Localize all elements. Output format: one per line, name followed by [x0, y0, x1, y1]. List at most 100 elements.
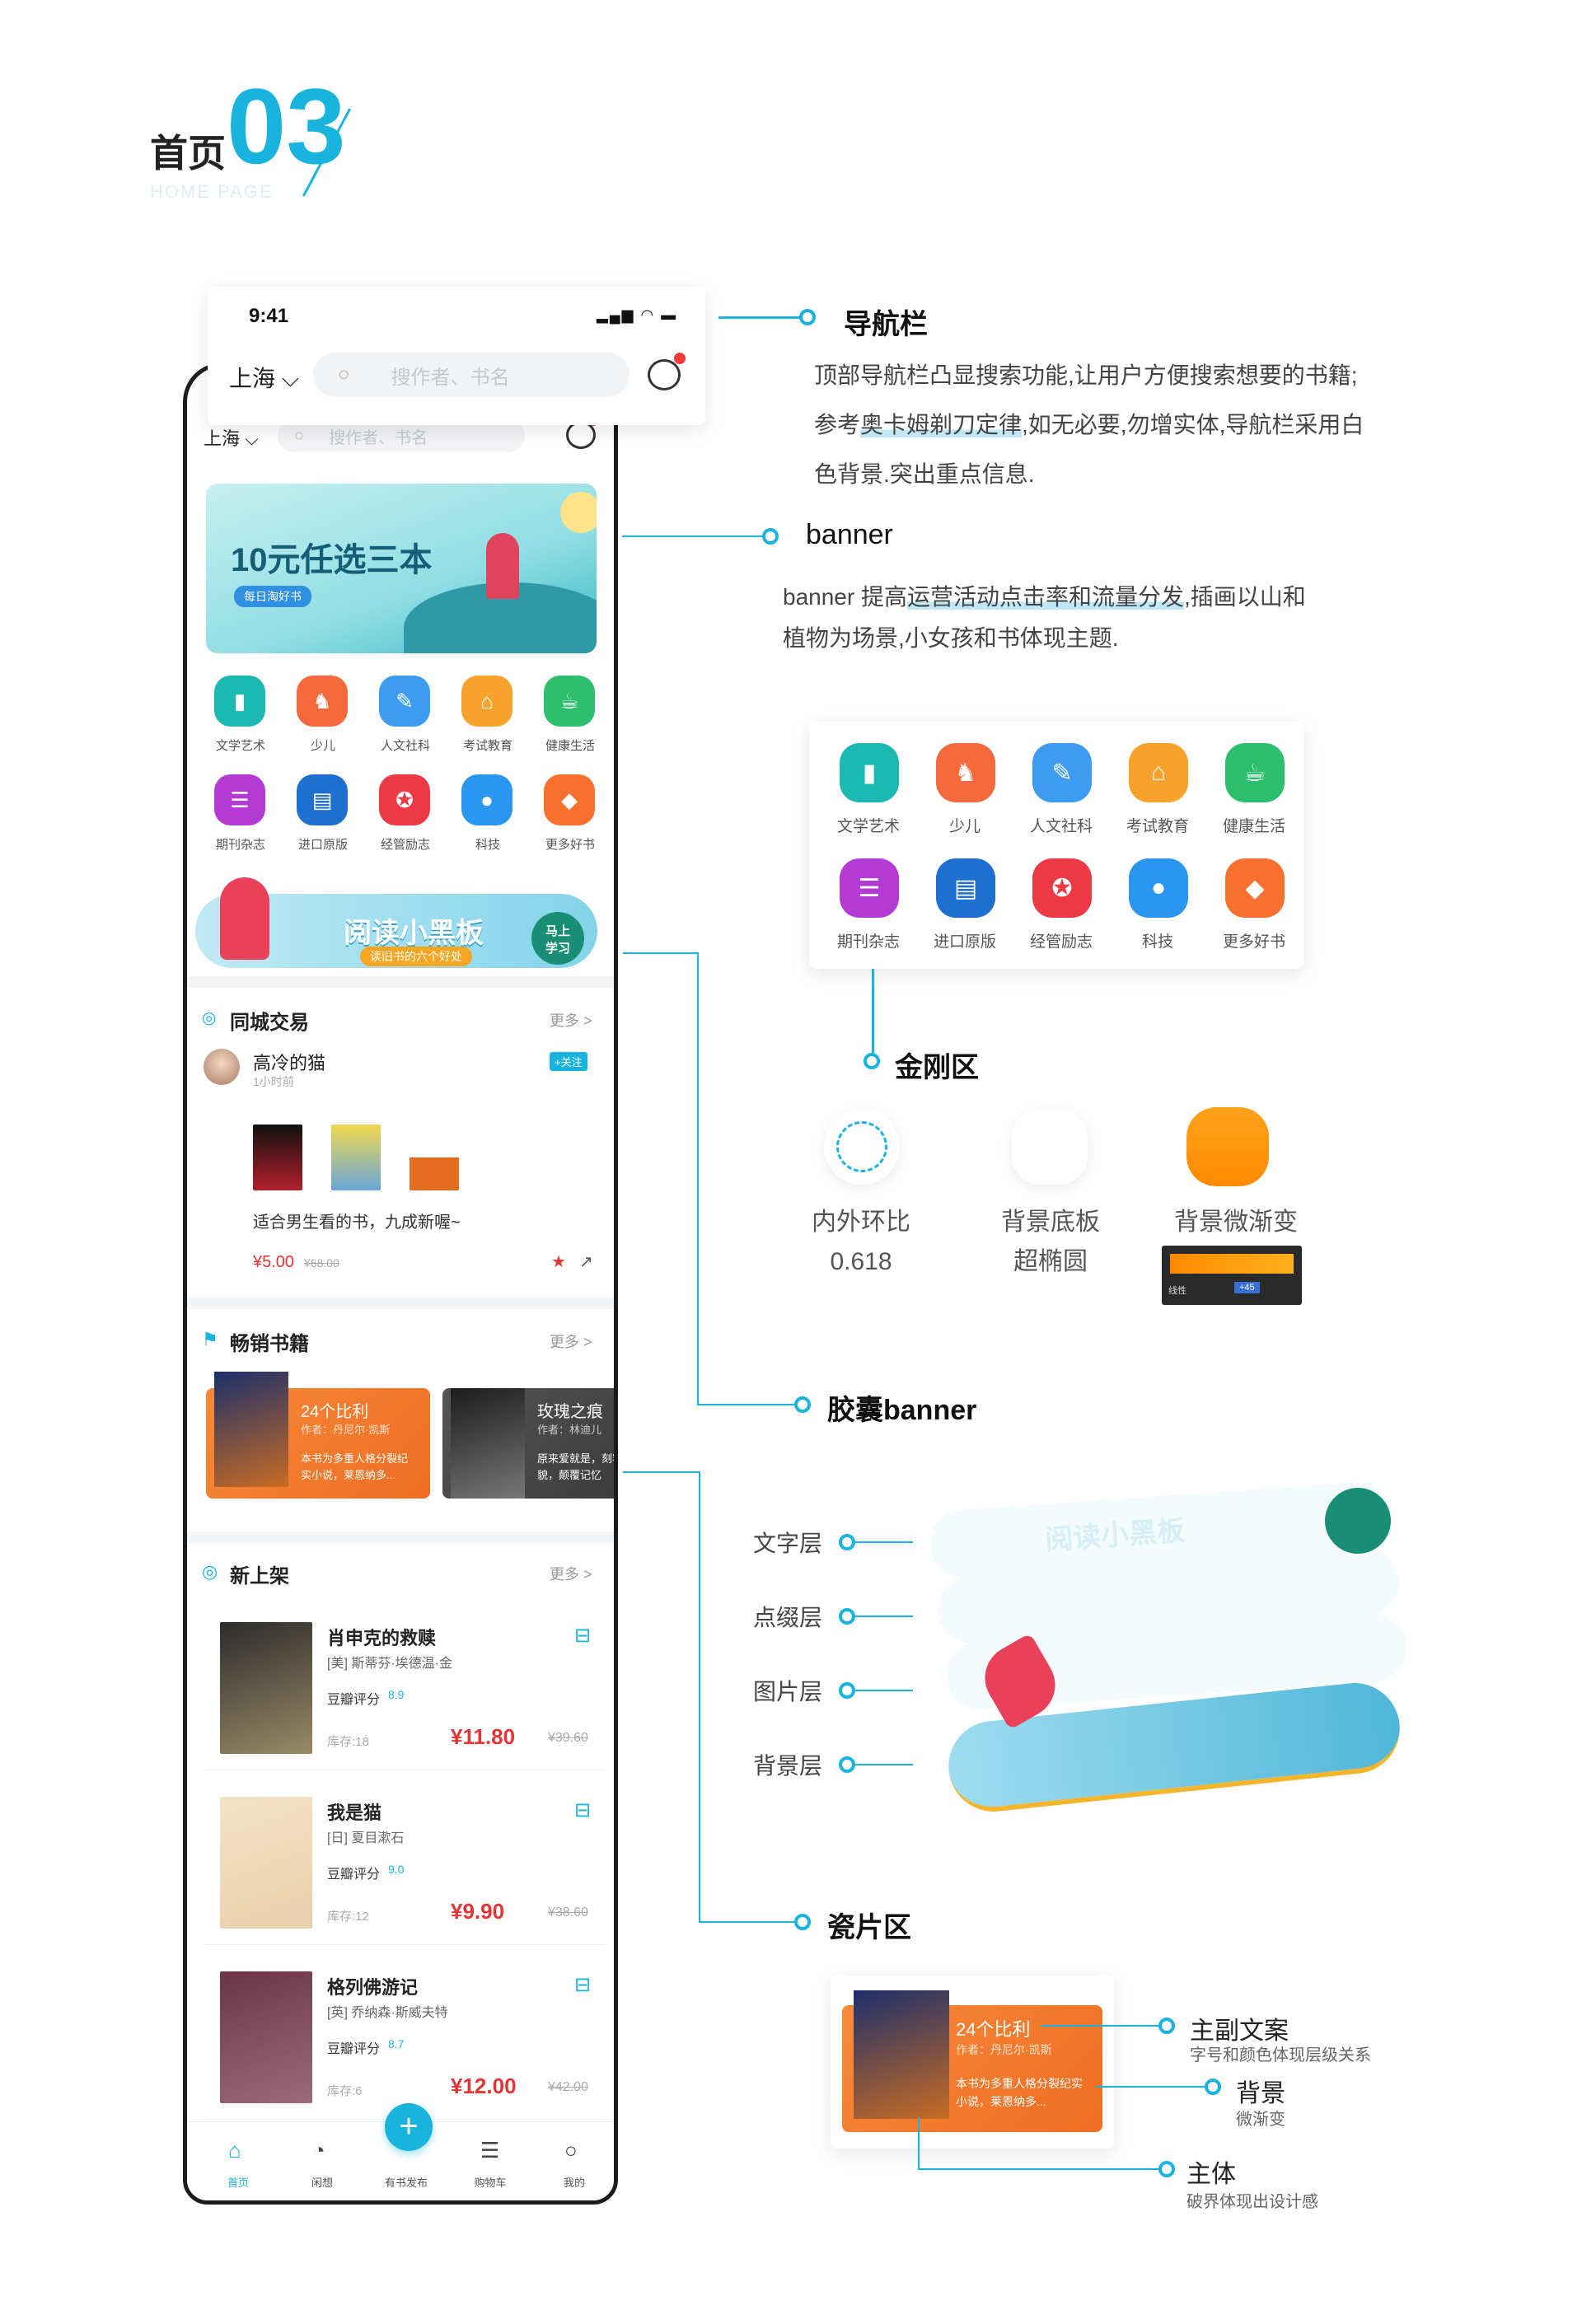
- city-selector[interactable]: 上海 ⌵: [204, 424, 259, 451]
- book-cover[interactable]: [253, 1125, 302, 1190]
- section-divider: [187, 1531, 614, 1543]
- page-title: 首页: [150, 132, 226, 175]
- book-cover[interactable]: [331, 1125, 381, 1190]
- tab-item[interactable]: ◔ 闲想: [281, 2138, 363, 2200]
- bestseller-card[interactable]: 玫瑰之痕 作者：林迪儿 原来爱就是，刻容貌，颠覆记忆: [442, 1388, 618, 1499]
- city-selector[interactable]: 上海 ⌵: [229, 361, 299, 394]
- book-cover: [854, 1990, 949, 2119]
- message-icon[interactable]: [648, 359, 681, 390]
- nav-text-line: 色背景.突出重点信息.: [814, 461, 1035, 487]
- tab-label: 购物车: [474, 2177, 507, 2189]
- section-divider: [187, 976, 614, 988]
- sun-shape: [560, 492, 597, 533]
- tab-label: 闲想: [311, 2177, 333, 2189]
- rating-label: 豆瓣评分: [327, 1868, 381, 1882]
- gradient-bar: [1170, 1254, 1294, 1274]
- book-row[interactable]: 肖申克的救赎 [美] 斯蒂芬·埃德温·金 豆瓣评分 8.9 库存:18 ¥11.80 ¥39…: [204, 1609, 606, 1770]
- category-item[interactable]: ▮ 文学艺术: [204, 676, 278, 766]
- book-old-price: ¥38.60: [548, 1905, 588, 1920]
- gradient-angle-value: +45: [1234, 1282, 1260, 1293]
- tab-label: 我的: [563, 2177, 585, 2189]
- capsule-title: 阅读小黑板: [344, 918, 484, 949]
- book-title: 肖申克的救赎: [327, 1628, 437, 1648]
- book-row[interactable]: 我是猫 [日] 夏目漱石 豆瓣评分 9.0 库存:12 ¥9.90 ¥38.60 ⊟: [204, 1784, 606, 1945]
- stock-count: 库存:12: [327, 1910, 369, 1924]
- capsule-button[interactable]: 马上 学习: [531, 912, 584, 965]
- bulb-icon: ●: [461, 774, 513, 825]
- gradient-sample: [1186, 1107, 1269, 1186]
- category-item: ▮ 文学艺术: [827, 743, 910, 850]
- leader-line: [855, 1764, 913, 1765]
- category-label: 人文社科: [380, 739, 430, 753]
- capsule-banner[interactable]: 阅读小黑板 读旧书的六个好处 马上 学习: [195, 877, 606, 972]
- book-title: 我是猫: [327, 1803, 382, 1823]
- leader-line: [872, 969, 874, 1059]
- share-icon[interactable]: ↗: [579, 1251, 593, 1272]
- banner-annotation-text: banner 提高运营活动点击率和流量分发,插画以山和 植物为场景,小女孩和书体…: [783, 577, 1409, 659]
- promo-banner[interactable]: 10元任选三本 每日淘好书: [206, 484, 597, 653]
- home-icon: ⌂: [228, 2138, 241, 2163]
- add-to-cart-icon[interactable]: ⊟: [574, 1624, 591, 1648]
- ring-ratio-sample: [824, 1109, 900, 1185]
- leader-dot: [1158, 2018, 1175, 2034]
- trade-price: ¥5.00: [253, 1253, 295, 1271]
- book-row[interactable]: 格列佛游记 [英] 乔纳森·斯威夫特 豆瓣评分 8.7 库存:6 ¥12.00 ¥42.00…: [204, 1958, 606, 2120]
- seller-name: 高冷的猫: [253, 1053, 326, 1073]
- category-item[interactable]: ◆ 更多好书: [533, 774, 607, 865]
- category-item: ◆ 更多好书: [1213, 858, 1295, 966]
- new-books-title: 新上架: [230, 1565, 289, 1588]
- category-item[interactable]: ✪ 经管励志: [368, 774, 442, 865]
- avatar[interactable]: [204, 1049, 240, 1085]
- publish-icon[interactable]: +: [385, 2103, 433, 2151]
- tile-note-sub: 字号和颜色体现层级关系: [1190, 2046, 1371, 2064]
- bulb-icon: ●: [1129, 858, 1188, 918]
- tab-item[interactable]: ☰ 购物车: [449, 2138, 531, 2200]
- tile-description: 本书为多重人格分裂纪实小说，莱恩纳多...: [956, 2077, 1083, 2108]
- book-cover[interactable]: [410, 1125, 459, 1190]
- leader-line: [855, 1541, 913, 1543]
- layer-label: 点缀层: [753, 1605, 823, 1630]
- bestseller-more-link[interactable]: 更多 >: [550, 1330, 592, 1352]
- leader-line: [918, 2168, 1165, 2170]
- tab-item[interactable]: ○ 我的: [533, 2138, 614, 2200]
- category-item: ▤ 进口原版: [924, 858, 1006, 966]
- book-price: ¥12.00: [451, 2074, 517, 2098]
- category-label: 人文社科: [1029, 818, 1093, 835]
- footprint-icon: ✎: [379, 676, 430, 727]
- tab-item[interactable]: ⌂ 首页: [197, 2138, 279, 2200]
- book-author: [美] 斯蒂芬·埃德温·金: [327, 1657, 452, 1671]
- graduation-cap-icon: ⌂: [1129, 743, 1188, 802]
- category-item[interactable]: ☰ 期刊杂志: [204, 774, 278, 865]
- new-books-more-link[interactable]: 更多 >: [550, 1563, 592, 1584]
- category-item[interactable]: ♞ 少儿: [286, 676, 360, 766]
- rating-value: 9.0: [388, 1863, 405, 1876]
- tile-note-title: 背景: [1236, 2080, 1285, 2107]
- category-item[interactable]: ● 科技: [451, 774, 525, 865]
- category-label: 少儿: [948, 818, 981, 835]
- rating-label: 豆瓣评分: [327, 2042, 381, 2056]
- gradient-editor-panel: 线性 +45: [1162, 1246, 1302, 1305]
- category-item[interactable]: ⌂ 考试教育: [451, 676, 525, 766]
- bestseller-card[interactable]: 24个比利 作者：丹尼尔·凯斯 本书为多重人格分裂纪实小说，莱恩纳多...: [206, 1372, 430, 1499]
- section-divider: [187, 1298, 614, 1309]
- girl-illustration: [220, 877, 269, 960]
- follow-button[interactable]: +关注: [550, 1052, 587, 1071]
- leader-dot: [839, 1682, 855, 1699]
- add-to-cart-icon[interactable]: ⊟: [574, 1798, 591, 1822]
- category-item[interactable]: ✎ 人文社科: [368, 676, 442, 766]
- card-description: 原来爱就是，刻容貌，颠覆记忆: [537, 1452, 618, 1481]
- category-label: 更多好书: [1222, 933, 1285, 951]
- add-to-cart-icon[interactable]: ⊟: [574, 1973, 591, 1997]
- search-input[interactable]: ○ 搜作者、书名: [313, 353, 630, 397]
- leader-dot: [839, 1756, 855, 1773]
- category-item[interactable]: ▤ 进口原版: [286, 774, 360, 865]
- category-label: 考试教育: [462, 739, 513, 753]
- book-price: ¥9.90: [451, 1899, 505, 1924]
- category-item[interactable]: ☕ 健康生活: [533, 676, 607, 766]
- trade-old-price: ¥68.00: [304, 1256, 339, 1270]
- leader-dot: [1158, 2161, 1175, 2177]
- star-icon[interactable]: ★: [551, 1251, 566, 1272]
- tab-item[interactable]: + 有书发布: [365, 2103, 447, 2200]
- stock-count: 库存:6: [327, 2084, 363, 2098]
- trade-more-link[interactable]: 更多 >: [550, 1009, 592, 1031]
